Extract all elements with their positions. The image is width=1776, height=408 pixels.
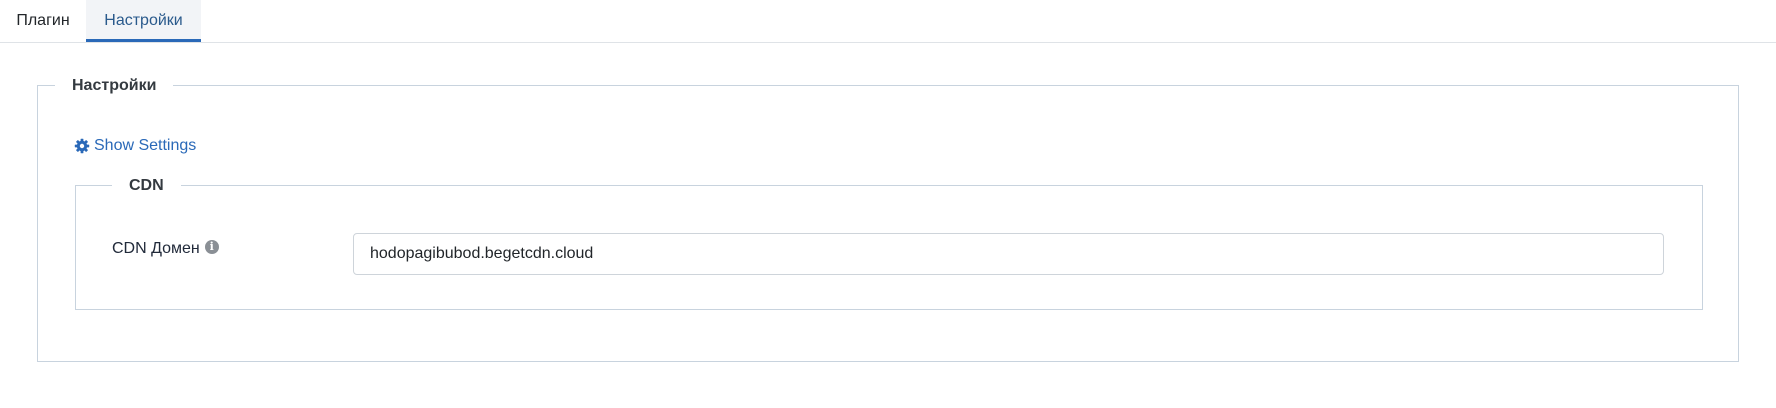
- tab-plugin[interactable]: Плагин: [0, 0, 86, 42]
- show-settings-label: Show Settings: [94, 137, 197, 154]
- tab-settings[interactable]: Настройки: [86, 0, 201, 42]
- info-icon[interactable]: i: [204, 240, 219, 254]
- gear-icon: [74, 138, 90, 154]
- tab-bar: Плагин Настройки: [0, 0, 1776, 43]
- cdn-domain-input[interactable]: [353, 233, 1664, 275]
- cdn-domain-label-row: CDN Домен i: [112, 238, 219, 260]
- cdn-fieldset-legend: CDN: [112, 176, 181, 196]
- settings-fieldset-legend: Настройки: [55, 76, 174, 96]
- cdn-domain-label: CDN Домен: [112, 240, 200, 257]
- show-settings-link[interactable]: Show Settings: [74, 135, 196, 157]
